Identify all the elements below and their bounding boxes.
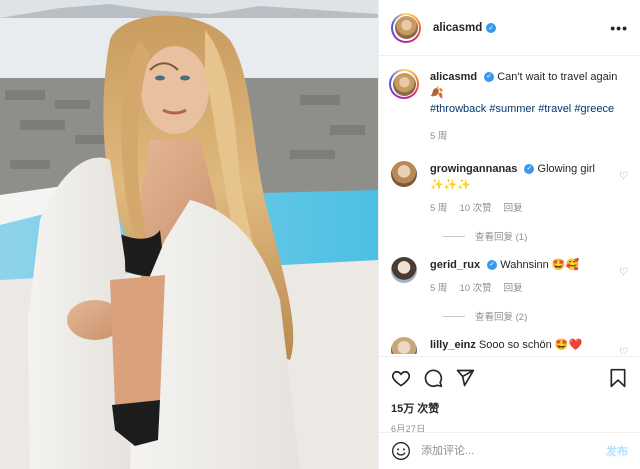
bookmark-icon[interactable]: [608, 368, 628, 388]
comment-reply-button[interactable]: 回复: [504, 201, 523, 217]
view-replies-button[interactable]: 查看回复 (2): [443, 309, 628, 323]
heart-icon[interactable]: [391, 368, 411, 388]
caption-avatar[interactable]: [389, 69, 419, 99]
caption-text: Can't wait to travel again: [497, 71, 618, 83]
comment-like-icon[interactable]: ♡: [619, 171, 628, 182]
comment-likes[interactable]: 10 次赞: [459, 281, 491, 297]
comment-input[interactable]: [421, 445, 606, 457]
view-replies-button[interactable]: 查看回复 (1): [443, 229, 628, 243]
comment-text: Glowing girl: [537, 163, 595, 175]
verified-icon: ✓: [484, 72, 495, 83]
likes-count[interactable]: 15万 次赞: [391, 400, 628, 416]
author-avatar-image: [394, 16, 418, 39]
post-actions: 15万 次赞 6月27日: [379, 356, 640, 435]
caption-username[interactable]: alicasmd: [430, 71, 477, 83]
comment-item: gerid_rux ✓ Wahnsinn 🤩🥰 5 周 10 次赞 回复 ♡: [391, 257, 628, 297]
comment-item: lilly_einz Sooo so schön 🤩❤️ ♡: [391, 337, 628, 354]
comment-emoji: 🤩❤️: [554, 339, 583, 351]
verified-icon: ✓: [524, 164, 535, 175]
instagram-post: alicasmd ✓ ••• alicasmd ✓ Can't wait to …: [0, 0, 640, 469]
comment-reply-button[interactable]: 回复: [504, 281, 523, 297]
comments-list[interactable]: alicasmd ✓ Can't wait to travel again 🍂 …: [379, 57, 640, 354]
author-username[interactable]: alicasmd: [433, 22, 482, 34]
comment-text: Wahnsinn: [500, 259, 549, 271]
comment-item: growingannanas ✓ Glowing girl ✨✨✨ 5 周 10…: [391, 161, 628, 217]
comment-likes[interactable]: 10 次赞: [459, 201, 491, 217]
caption-emoji: 🍂: [430, 87, 444, 99]
hashtag-travel[interactable]: #travel: [538, 103, 571, 115]
comment-time[interactable]: 5 周: [430, 201, 447, 217]
commenter-avatar[interactable]: [391, 257, 417, 283]
hashtag-throwback[interactable]: #throwback: [430, 103, 486, 115]
post-header: alicasmd ✓ •••: [379, 0, 640, 56]
caption-time[interactable]: 5 周: [430, 129, 447, 145]
action-icons: [391, 365, 628, 391]
emoji-icon[interactable]: [391, 441, 411, 461]
verified-icon: ✓: [487, 260, 498, 271]
view-replies-label: 查看回复 (2): [475, 312, 528, 323]
view-replies-label: 查看回复 (1): [475, 232, 528, 243]
commenter-avatar[interactable]: [391, 161, 417, 187]
comment-username[interactable]: lilly_einz: [430, 339, 476, 351]
photo-illustration: [0, 0, 378, 469]
comment-time[interactable]: 5 周: [430, 281, 447, 297]
post-comment-button[interactable]: 发布: [606, 443, 628, 459]
share-icon[interactable]: [455, 368, 475, 388]
comment-text: Sooo so schön: [478, 339, 552, 351]
commenter-avatar[interactable]: [391, 337, 417, 354]
comment-like-icon[interactable]: ♡: [619, 267, 628, 278]
caption: alicasmd ✓ Can't wait to travel again 🍂 …: [389, 69, 628, 145]
post-sidebar: alicasmd ✓ ••• alicasmd ✓ Can't wait to …: [378, 0, 640, 469]
replies-divider: [443, 235, 465, 237]
post-photo[interactable]: [0, 0, 378, 469]
comment-emoji: 🤩🥰: [551, 259, 580, 271]
comment-username[interactable]: gerid_rux: [430, 259, 480, 271]
comment-like-icon[interactable]: ♡: [619, 347, 628, 354]
add-comment-bar: 发布: [379, 432, 640, 469]
replies-divider: [443, 315, 465, 317]
verified-icon: ✓: [486, 22, 497, 33]
hashtag-greece[interactable]: #greece: [574, 103, 614, 115]
comment-emoji: ✨✨✨: [430, 179, 472, 191]
author-avatar[interactable]: [391, 12, 421, 43]
more-options-icon[interactable]: •••: [610, 20, 628, 36]
comment-icon[interactable]: [423, 368, 443, 388]
hashtag-summer[interactable]: #summer: [489, 103, 535, 115]
comment-username[interactable]: growingannanas: [430, 163, 517, 175]
